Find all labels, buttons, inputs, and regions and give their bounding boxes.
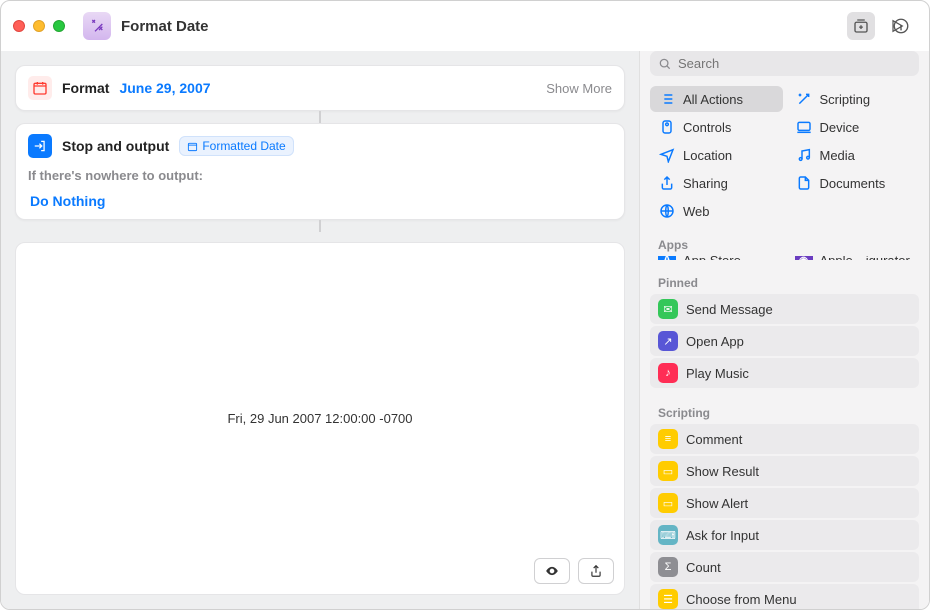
minimize-window-button[interactable] — [33, 20, 45, 32]
shortcut-app-icon — [83, 12, 111, 40]
action-stop-output[interactable]: Stop and output Formatted Date If there'… — [15, 123, 625, 220]
alert-icon: ▭ — [658, 493, 678, 513]
main-editor: Format June 29, 2007 Show More Stop and … — [1, 51, 639, 609]
media-icon — [795, 146, 813, 164]
library-toggle-button[interactable] — [847, 12, 875, 40]
action-row[interactable]: ⌨ Ask for Input — [650, 520, 919, 550]
window-title: Format Date — [121, 18, 209, 35]
result-preview: Fri, 29 Jun 2007 12:00:00 -0700 — [15, 242, 625, 595]
message-icon: ✉ — [658, 299, 678, 319]
scripting-list: ≡ Comment ▭ Show Result ▭ Show Alert ⌨ Ask f… — [640, 424, 929, 610]
apps-grid: AApp Store ◉Apple…igurator BBooks ⊞Calcu… — [640, 256, 929, 260]
list-icon — [658, 90, 676, 108]
category-label: Media — [820, 148, 855, 163]
result-text: Fri, 29 Jun 2007 12:00:00 -0700 — [227, 411, 412, 426]
menu-icon: ☰ — [658, 589, 678, 609]
calendar-icon — [28, 76, 52, 100]
app-label: Apple…igurator — [820, 256, 910, 260]
scripting-header: Scripting — [640, 398, 929, 424]
connector-2 — [15, 220, 625, 232]
action-row[interactable]: ↗ Open App — [650, 326, 919, 356]
app-item[interactable]: AApp Store — [650, 256, 783, 260]
location-icon — [658, 146, 676, 164]
category-label: Sharing — [683, 176, 728, 191]
token-label: Formatted Date — [202, 139, 285, 153]
result-share-button[interactable] — [578, 558, 614, 584]
action-row[interactable]: ☰ Choose from Menu — [650, 584, 919, 610]
action-row[interactable]: ▭ Show Result — [650, 456, 919, 486]
action-format-title: Format — [62, 80, 109, 96]
action-label: Choose from Menu — [686, 592, 797, 607]
pinned-list: ✉ Send Message ↗ Open App ♪ Play Music — [640, 294, 929, 398]
action-row[interactable]: ✉ Send Message — [650, 294, 919, 324]
search-icon — [658, 57, 672, 71]
action-row[interactable]: Σ Count — [650, 552, 919, 582]
sharing-icon — [658, 174, 676, 192]
close-window-button[interactable] — [13, 20, 25, 32]
action-label: Show Alert — [686, 496, 748, 511]
connector — [15, 111, 625, 123]
action-label: Open App — [686, 334, 744, 349]
action-row[interactable]: ≡ Comment — [650, 424, 919, 454]
web-icon — [658, 202, 676, 220]
controls-icon — [658, 118, 676, 136]
fallback-label: If there's nowhere to output: — [28, 168, 612, 183]
variable-token-formatted-date[interactable]: Formatted Date — [179, 136, 293, 156]
category-label: Location — [683, 148, 732, 163]
category-label: Web — [683, 204, 710, 219]
window-body: Format June 29, 2007 Show More Stop and … — [1, 51, 929, 609]
search-field[interactable] — [650, 51, 919, 76]
category-label: Controls — [683, 120, 731, 135]
show-more-button[interactable]: Show More — [546, 81, 612, 96]
pinned-header: Pinned — [640, 268, 929, 294]
format-date-param[interactable]: June 29, 2007 — [119, 80, 210, 96]
result-icon: ▭ — [658, 461, 678, 481]
open-icon: ↗ — [658, 331, 678, 351]
category-media[interactable]: Media — [787, 142, 920, 168]
category-sharing[interactable]: Sharing — [650, 170, 783, 196]
category-label: All Actions — [683, 92, 743, 107]
action-label: Send Message — [686, 302, 773, 317]
action-label: Count — [686, 560, 721, 575]
documents-icon — [795, 174, 813, 192]
comment-icon: ≡ — [658, 429, 678, 449]
search-input[interactable] — [678, 56, 911, 71]
app-label: App Store — [683, 256, 741, 260]
category-controls[interactable]: Controls — [650, 114, 783, 140]
apps-header: Apps — [640, 230, 929, 256]
music-icon: ♪ — [658, 363, 678, 383]
action-label: Comment — [686, 432, 742, 447]
action-row[interactable]: ▭ Show Alert — [650, 488, 919, 518]
action-label: Play Music — [686, 366, 749, 381]
app-window: Format Date Format June 29, 2007 Show Mo… — [0, 0, 930, 610]
library-sidebar: All Actions Scripting Controls Device Lo… — [639, 51, 929, 609]
category-grid: All Actions Scripting Controls Device Lo… — [640, 86, 929, 230]
category-scripting[interactable]: Scripting — [787, 86, 920, 112]
quicklook-button[interactable] — [534, 558, 570, 584]
category-all-actions[interactable]: All Actions — [650, 86, 783, 112]
app-item[interactable]: ◉Apple…igurator — [787, 256, 920, 260]
category-label: Documents — [820, 176, 886, 191]
category-web[interactable]: Web — [650, 198, 783, 224]
action-stop-title: Stop and output — [62, 138, 169, 154]
category-documents[interactable]: Documents — [787, 170, 920, 196]
category-label: Device — [820, 120, 860, 135]
action-label: Show Result — [686, 464, 759, 479]
info-button[interactable] — [887, 12, 915, 40]
action-format-date[interactable]: Format June 29, 2007 Show More — [15, 65, 625, 111]
window-traffic-lights — [13, 20, 65, 32]
count-icon: Σ — [658, 557, 678, 577]
fallback-value[interactable]: Do Nothing — [28, 193, 612, 209]
category-location[interactable]: Location — [650, 142, 783, 168]
action-label: Ask for Input — [686, 528, 759, 543]
device-icon — [795, 118, 813, 136]
input-icon: ⌨ — [658, 525, 678, 545]
category-label: Scripting — [820, 92, 871, 107]
fullscreen-window-button[interactable] — [53, 20, 65, 32]
wand-icon — [795, 90, 813, 108]
action-row[interactable]: ♪ Play Music — [650, 358, 919, 388]
exit-icon — [28, 134, 52, 158]
category-device[interactable]: Device — [787, 114, 920, 140]
